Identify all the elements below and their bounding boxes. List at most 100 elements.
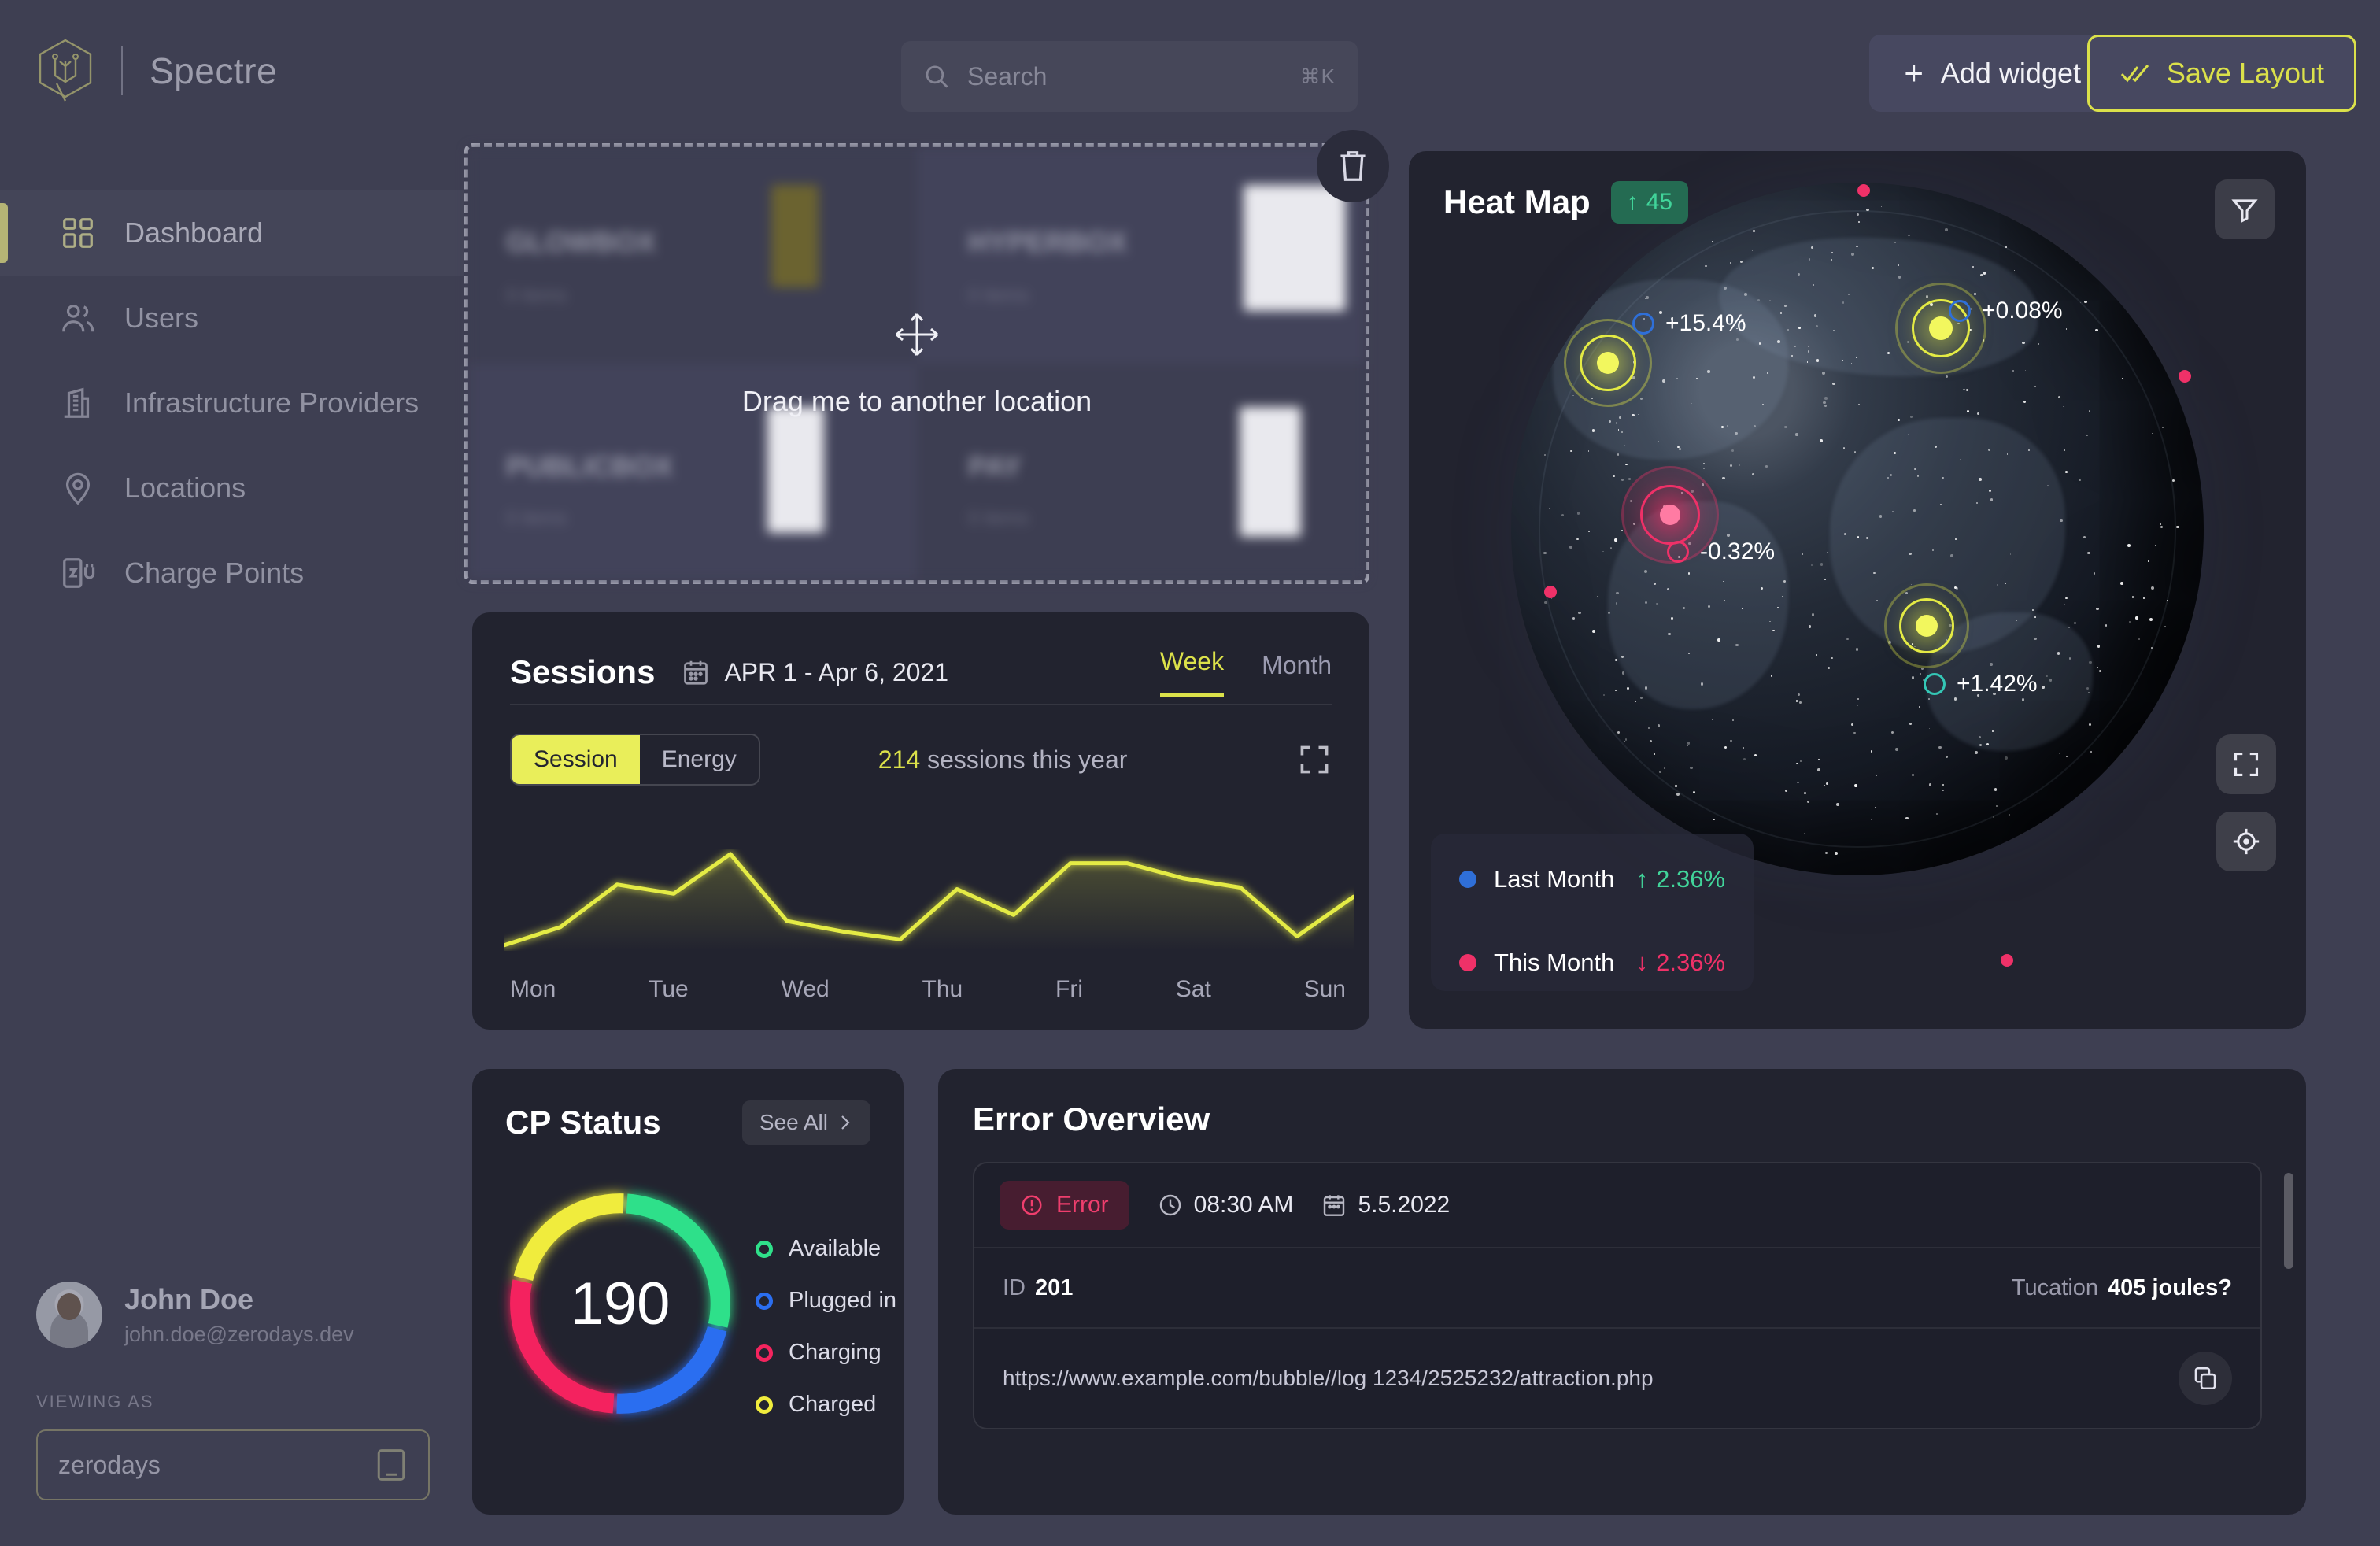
city-light: [1613, 475, 1615, 478]
legend-item: Plugged in: [756, 1288, 896, 1314]
ghost-card-title: PAY: [968, 450, 1022, 483]
city-light: [1783, 304, 1787, 307]
city-light: [1799, 701, 1802, 704]
city-light: [1572, 394, 1574, 396]
cp-status-donut[interactable]: 190: [504, 1187, 737, 1420]
top-bar: Search ⌘K + Add widget Save Layout: [464, 0, 2380, 150]
user-profile[interactable]: John Doe john.doe@zerodays.dev: [36, 1282, 430, 1348]
error-metric-label: Tucation: [2011, 1274, 2099, 1300]
sidebar-item-charge-points[interactable]: Charge Points: [0, 531, 464, 616]
city-light: [1543, 453, 1546, 456]
delete-widget-button[interactable]: [1317, 130, 1389, 202]
tab-month[interactable]: Month: [1262, 651, 1332, 697]
sidebar: Spectre Dashboard Users Infrastructure P…: [0, 0, 464, 1546]
error-overview-widget: Error Overview Error 08:30 AM 5.5.2022 I…: [938, 1069, 2306, 1515]
toggle-session[interactable]: Session: [512, 735, 640, 784]
user-email: john.doe@zerodays.dev: [124, 1322, 354, 1346]
copy-url-button[interactable]: [2179, 1352, 2232, 1405]
badge-value: 45: [1646, 189, 1673, 215]
city-light: [1765, 465, 1768, 468]
city-light: [1835, 852, 1838, 855]
sidebar-item-dashboard[interactable]: Dashboard: [0, 190, 464, 276]
filter-button[interactable]: [2215, 179, 2275, 239]
sidebar-item-label: Charge Points: [124, 557, 305, 589]
city-light: [1897, 419, 1900, 421]
city-light: [1816, 359, 1820, 362]
city-light: [1817, 768, 1820, 771]
user-name: John Doe: [124, 1282, 254, 1315]
city-light: [1911, 676, 1914, 679]
legend-value: ↑ 2.36%: [1636, 865, 1725, 893]
session-energy-toggle[interactable]: Session Energy: [510, 734, 760, 786]
sidebar-item-infrastructure-providers[interactable]: Infrastructure Providers: [0, 361, 464, 446]
grid-dashboard-icon: [63, 218, 93, 248]
viewing-as-select[interactable]: zerodays: [36, 1429, 430, 1500]
marker-dot-icon: [1667, 541, 1689, 563]
sidebar-item-label: Users: [124, 301, 199, 334]
city-light: [1913, 509, 1916, 512]
legend-item: Available: [756, 1236, 896, 1262]
city-light: [1576, 538, 1579, 540]
sessions-count: 214 sessions this year: [878, 745, 1128, 775]
city-light: [1966, 409, 1969, 412]
city-light: [1857, 535, 1860, 538]
expand-icon[interactable]: [1297, 742, 1332, 777]
legend-row: This Month ↓ 2.36%: [1459, 949, 1725, 977]
city-light: [2087, 692, 2090, 694]
charge-point-icon: [63, 558, 95, 588]
x-tick-tue: Tue: [649, 976, 689, 1002]
sidebar-item-users[interactable]: Users: [0, 276, 464, 361]
drag-placeholder-widget[interactable]: GLOWBOX 0 items HYPERBOX 0 items PUBLICB…: [464, 130, 1389, 584]
search-input[interactable]: Search ⌘K: [901, 41, 1358, 112]
city-light: [2068, 626, 2071, 628]
tab-week[interactable]: Week: [1159, 647, 1225, 697]
city-light: [1855, 648, 1859, 651]
legend-label: Plugged in: [789, 1288, 897, 1313]
heat-map-widget: Heat Map ↑ 45 +15.4% +0.08% -0.32% +1.42…: [1409, 151, 2306, 1029]
error-date-value: 5.5.2022: [1358, 1192, 1451, 1218]
cp-status-header: CP Status See All: [472, 1069, 904, 1145]
city-light: [1807, 350, 1810, 353]
city-light: [1796, 781, 1799, 784]
legend-label: Charging: [789, 1340, 881, 1365]
save-layout-button[interactable]: Save Layout: [2086, 35, 2356, 112]
city-light: [1735, 643, 1739, 647]
city-light: [2087, 551, 2090, 555]
sidebar-item-locations[interactable]: Locations: [0, 446, 464, 531]
sessions-count-value: 214: [878, 745, 921, 774]
city-light: [1664, 767, 1665, 769]
double-check-icon: [2120, 65, 2149, 83]
x-tick-mon: Mon: [510, 976, 556, 1002]
city-light: [1621, 529, 1623, 531]
city-light: [1696, 378, 1698, 379]
city-light: [1677, 446, 1680, 448]
cp-status-title: CP Status: [505, 1104, 661, 1141]
error-url[interactable]: https://www.example.com/bubble//log 1234…: [1003, 1366, 1654, 1391]
city-light: [1932, 549, 1935, 551]
globe-visualization[interactable]: [1511, 183, 2204, 875]
heat-point-value: +1.42%: [1957, 671, 2038, 697]
crosshair-locate-icon: [2233, 828, 2260, 855]
error-id-label: ID: [1003, 1274, 1026, 1300]
city-light: [2060, 519, 2063, 522]
status-badge: Error: [1000, 1181, 1129, 1230]
save-layout-label: Save Layout: [2166, 57, 2324, 89]
locate-button[interactable]: [2216, 812, 2276, 871]
fullscreen-button[interactable]: [2216, 734, 2276, 794]
see-all-button[interactable]: See All: [741, 1100, 870, 1145]
legend-label: This Month: [1494, 949, 1615, 976]
toggle-energy[interactable]: Energy: [640, 735, 759, 784]
calendar-icon: [684, 660, 708, 685]
orbit-dot: [2001, 954, 2013, 967]
error-card-header: Error 08:30 AM 5.5.2022: [974, 1163, 2260, 1247]
city-light: [1856, 245, 1858, 247]
add-widget-button[interactable]: + Add widget: [1869, 35, 2116, 112]
city-light: [2150, 586, 2154, 590]
city-light: [1879, 515, 1882, 518]
city-light: [2098, 670, 2101, 673]
error-list-scrollbar[interactable]: [2284, 1173, 2293, 1269]
city-light: [1639, 697, 1643, 699]
legend-dot-icon: [1459, 871, 1476, 888]
orbit-dot: [2179, 370, 2191, 383]
legend-label: Last Month: [1494, 865, 1615, 893]
